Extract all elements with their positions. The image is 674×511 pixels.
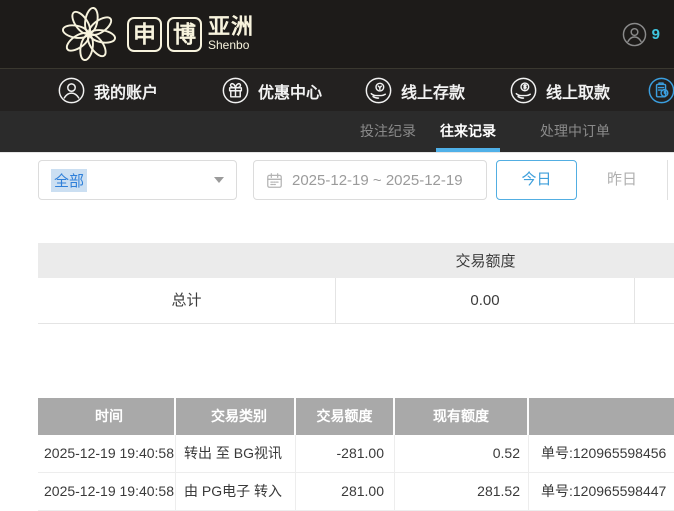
tab-betting-records[interactable]: 投注纪录 xyxy=(360,111,416,152)
date-range-value: 2025-12-19 ~ 2025-12-19 xyxy=(292,171,463,189)
brand-region: 亚洲 xyxy=(208,14,255,39)
calendar-icon xyxy=(267,172,282,188)
cell-balance: 281.52 xyxy=(395,473,529,510)
nav-item-promotions[interactable]: 优惠中心 xyxy=(222,69,322,112)
records-table-header: 时间 交易类别 交易额度 现有额度 xyxy=(38,398,674,435)
user-avatar-icon[interactable] xyxy=(622,22,647,47)
nav-label: 优惠中心 xyxy=(258,84,323,102)
cell-time: 2025-12-19 19:40:58 xyxy=(38,435,176,472)
col-header-ref xyxy=(529,398,674,435)
logo-char-box: 博 xyxy=(167,16,202,52)
records-icon xyxy=(648,77,674,104)
brand-logo: 申 博 亚洲 Shenbo xyxy=(56,2,254,66)
tab-label: 处理中订单 xyxy=(540,123,610,139)
selected-type: 全部 xyxy=(51,168,88,192)
col-header-type: 交易类别 xyxy=(176,398,296,435)
deposit-icon xyxy=(365,77,392,104)
summary-total-row: 总计 0.00 xyxy=(38,277,674,324)
summary-total-amount: 0.00 xyxy=(336,277,635,324)
tab-transfer-records[interactable]: 往来记录 xyxy=(436,111,500,152)
main-nav: 我的账户 优惠中心 线上存款 线上取款 xyxy=(0,68,674,111)
topbar-user-area[interactable]: 9 xyxy=(622,22,660,47)
nav-item-my-account[interactable]: 我的账户 xyxy=(58,69,158,112)
nav-label: 我的账户 xyxy=(94,84,159,102)
yesterday-button[interactable]: 昨日 xyxy=(577,160,667,200)
tab-pending-orders[interactable]: 处理中订单 xyxy=(540,111,610,152)
table-row: 2025-12-19 19:40:58 由 PG电子 转入 281.00 281… xyxy=(38,473,674,511)
top-header: 申 博 亚洲 Shenbo 9 xyxy=(0,0,674,68)
brand-subtitle: Shenbo xyxy=(208,38,250,52)
nav-item-transaction-records[interactable] xyxy=(648,69,674,112)
username-partial: 9 xyxy=(651,26,660,43)
quick-range-button-clipped[interactable]: 近 xyxy=(667,160,674,200)
cell-type: 由 PG电子 转入 xyxy=(176,473,296,510)
user-icon xyxy=(58,77,85,104)
cell-time: 2025-12-19 19:40:58 xyxy=(38,473,176,510)
col-header-time: 时间 xyxy=(38,398,176,435)
summary-empty-cell xyxy=(635,278,674,324)
nav-label: 线上存款 xyxy=(401,84,466,102)
col-header-balance: 现有额度 xyxy=(395,398,529,435)
transaction-type-select[interactable]: 全部 xyxy=(38,160,237,200)
logo-char-box: 申 xyxy=(127,16,162,52)
flower-logo-icon xyxy=(61,6,117,62)
table-row: 2025-12-19 19:40:58 转出 至 BG视讯 -281.00 0.… xyxy=(38,435,674,473)
summary-table: 交易额度 总计 0.00 xyxy=(38,243,674,324)
nav-item-withdraw[interactable]: 线上取款 xyxy=(510,69,610,112)
cell-type: 转出 至 BG视讯 xyxy=(176,435,296,472)
cell-ref: 单号:120965598447 xyxy=(541,483,667,499)
nav-item-deposit[interactable]: 线上存款 xyxy=(365,69,465,112)
logo-text: 亚洲 Shenbo xyxy=(208,14,255,53)
cell-amount: -281.00 xyxy=(296,435,395,472)
summary-total-label: 总计 xyxy=(38,277,336,324)
gift-icon xyxy=(222,77,249,104)
cell-balance: 0.52 xyxy=(395,435,529,472)
date-range-input[interactable]: 2025-12-19 ~ 2025-12-19 xyxy=(253,160,487,200)
divider xyxy=(0,152,674,153)
summary-table-header: 交易额度 xyxy=(38,243,674,278)
summary-header-amount: 交易额度 xyxy=(455,253,516,270)
tab-label: 往来记录 xyxy=(440,123,496,139)
withdraw-icon xyxy=(510,77,537,104)
nav-label: 线上取款 xyxy=(546,84,611,102)
cell-amount: 281.00 xyxy=(296,473,395,510)
caret-down-icon xyxy=(214,177,224,183)
col-header-amount: 交易额度 xyxy=(296,398,395,435)
sub-nav: 投注纪录 往来记录 处理中订单 xyxy=(0,111,674,152)
cell-ref: 单号:120965598456 xyxy=(541,445,667,461)
tab-label: 投注纪录 xyxy=(360,123,416,139)
records-table: 时间 交易类别 交易额度 现有额度 2025-12-19 19:40:58 转出… xyxy=(38,398,674,511)
today-button[interactable]: 今日 xyxy=(496,160,577,200)
